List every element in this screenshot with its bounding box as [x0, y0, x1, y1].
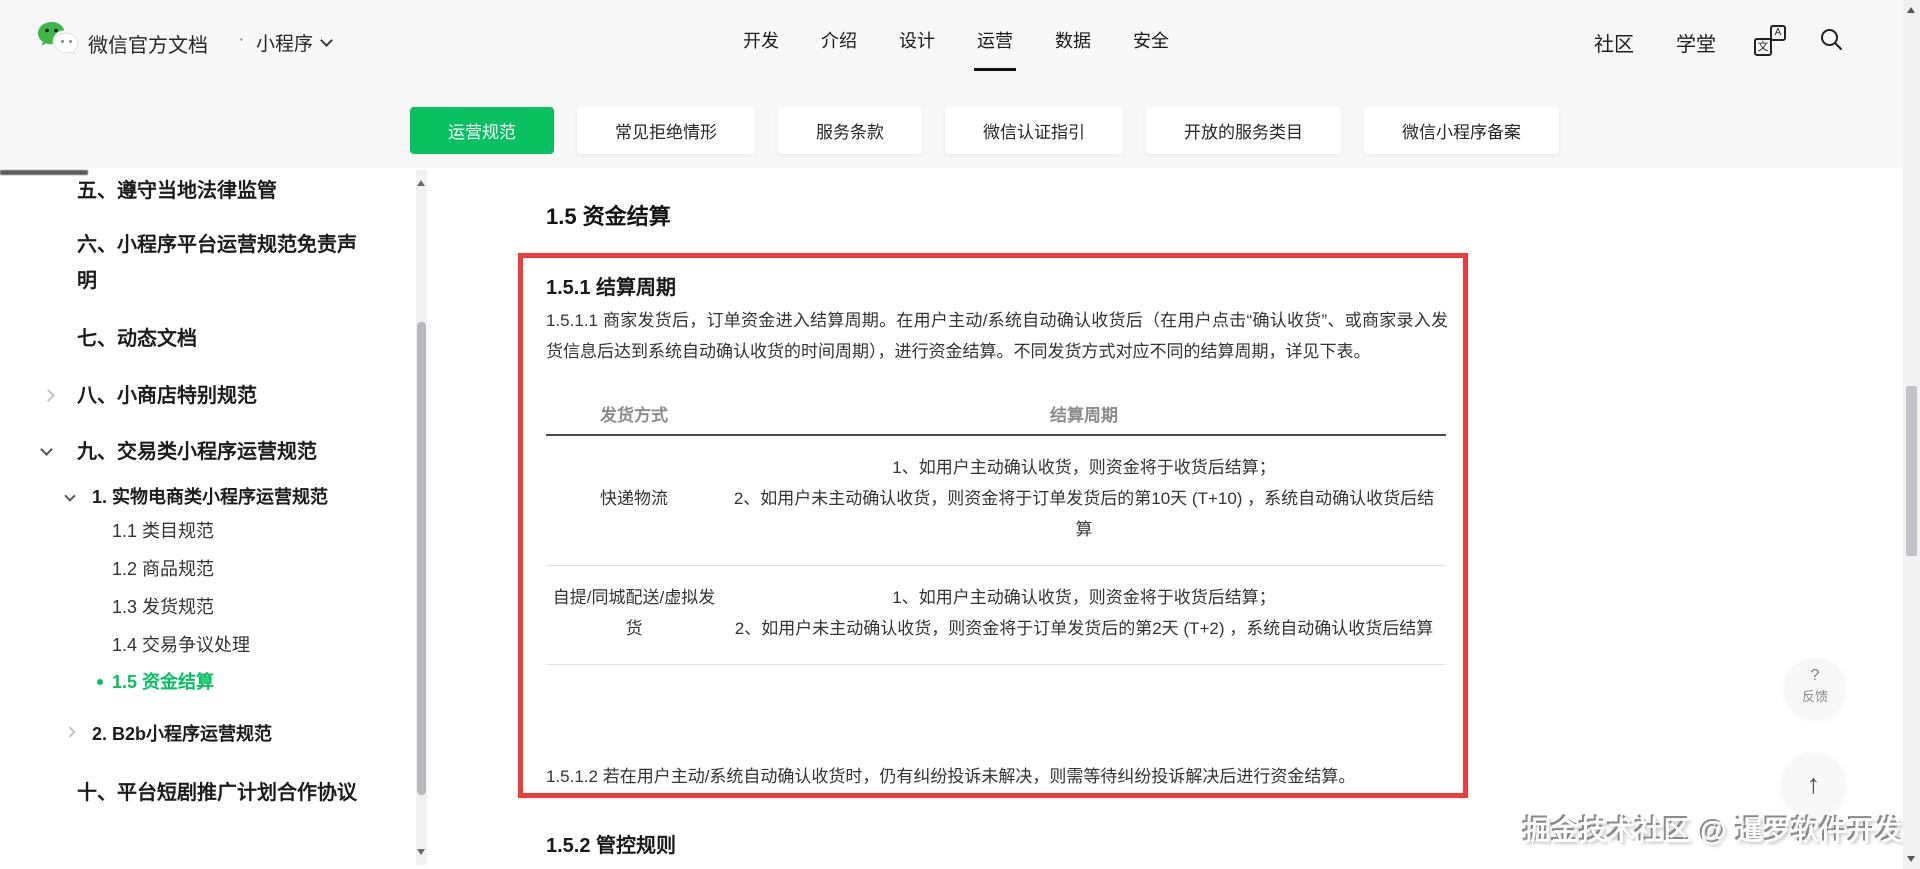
search-icon[interactable] — [1818, 26, 1846, 54]
doc-tabs: 运营规范 常见拒绝情形 服务条款 微信认证指引 开放的服务类目 微信小程序备案 — [410, 107, 1559, 154]
sidebar-item-7-dynamic-doc[interactable]: 七、动态文档 — [77, 321, 369, 357]
section-title: 1.5 资金结算 — [546, 204, 671, 229]
sidebar-item-1-physical-ecommerce[interactable]: 1. 实物电商类小程序运营规范 — [92, 484, 392, 510]
wechat-docs-page: 微信官方文档 · 小程序 开发 介绍 设计 运营 数据 安全 社区 学堂 A 文… — [0, 0, 1920, 869]
sidebar-item-1-5-settlement[interactable]: 1.5 资金结算 — [112, 669, 402, 695]
col-header-shipping-method: 发货方式 — [546, 393, 722, 436]
period-line-2: 2、如用户未主动确认收货，则资金将于订单发货后的第2天 (T+2) ，系统自动确… — [734, 619, 1434, 638]
tab-terms-of-service[interactable]: 服务条款 — [778, 107, 922, 154]
chevron-right-icon[interactable] — [42, 389, 55, 402]
tab-open-categories[interactable]: 开放的服务类目 — [1146, 107, 1341, 154]
nav-item-intro[interactable]: 介绍 — [821, 0, 857, 80]
subsection-title: 1.5.1 结算周期 — [546, 277, 677, 299]
toc-sidebar: 五、遵守当地法律监管 六、小程序平台运营规范免责声明 七、动态文档 八、小商店特… — [0, 168, 430, 869]
chevron-down-icon[interactable] — [40, 443, 53, 456]
sidebar-item-8-ministore[interactable]: 八、小商店特别规范 — [77, 378, 369, 414]
nav-item-security[interactable]: 安全 — [1133, 0, 1169, 80]
question-mark-icon: ? — [1810, 667, 1820, 684]
nav-link-classroom[interactable]: 学堂 — [1676, 28, 1716, 57]
sidebar-item-10-short-drama[interactable]: 十、平台短剧推广计划合作协议 — [77, 775, 369, 811]
period-line-2: 2、如用户未主动确认收货，则资金将于订单发货后的第10天 (T+10) ，系统自… — [733, 489, 1435, 539]
page-scrollbar[interactable] — [1903, 0, 1920, 869]
scroll-up-arrow-icon[interactable] — [1907, 7, 1915, 13]
sidebar-scrollbar-thumb[interactable] — [417, 322, 426, 795]
nav-item-operation[interactable]: 运营 — [974, 0, 1016, 80]
scroll-down-arrow-icon[interactable] — [417, 849, 425, 855]
sidebar-item-9-trade-spec[interactable]: 九、交易类小程序运营规范 — [77, 434, 369, 470]
product-switcher[interactable]: 小程序 — [256, 29, 313, 56]
top-header: 微信官方文档 · 小程序 开发 介绍 设计 运营 数据 安全 社区 学堂 A 文… — [0, 0, 1920, 168]
nav-item-develop[interactable]: 开发 — [743, 0, 779, 80]
cell-period-express: 1、如用户主动确认收货，则资金将于收货后结算； 2、如用户未主动确认收货，则资金… — [722, 435, 1446, 566]
cell-method-express: 快递物流 — [546, 435, 722, 566]
paragraph-1511: 1.5.1.1 商家发货后，订单资金进入结算周期。在用户主动/系统自动确认收货后… — [546, 311, 1448, 361]
col-header-settlement-period: 结算周期 — [722, 393, 1446, 436]
table-row: 快递物流 1、如用户主动确认收货，则资金将于收货后结算； 2、如用户未主动确认收… — [546, 435, 1446, 566]
wechat-logo[interactable] — [36, 18, 80, 62]
table-row: 自提/同城配送/虚拟发货 1、如用户主动确认收货，则资金将于收货后结算； 2、如… — [546, 565, 1446, 665]
paragraph-1512: 1.5.1.2 若在用户主动/系统自动确认收货时，仍有纠纷投诉未解决，则需等待纠… — [546, 767, 1356, 786]
main-nav: 开发 介绍 设计 运营 数据 安全 — [743, 0, 1169, 80]
feedback-button[interactable]: ? 反馈 — [1784, 658, 1846, 720]
chevron-down-icon[interactable] — [64, 490, 76, 502]
translate-back-glyph: A — [1770, 25, 1786, 41]
clipped-sidebar-item — [0, 170, 88, 175]
next-section-title: 1.5.2 管控规则 — [546, 835, 677, 857]
table-header-row: 发货方式 结算周期 — [546, 393, 1446, 436]
scroll-down-arrow-icon[interactable] — [1907, 856, 1915, 862]
sidebar-item-1-4-dispute[interactable]: 1.4 交易争议处理 — [112, 632, 402, 658]
chevron-right-icon[interactable] — [64, 726, 76, 738]
period-line-1: 1、如用户主动确认收货，则资金将于收货后结算； — [892, 588, 1276, 607]
sidebar-scrollbar[interactable] — [416, 170, 427, 865]
nav-link-community[interactable]: 社区 — [1594, 28, 1634, 57]
sidebar-item-1-1-category[interactable]: 1.1 类目规范 — [112, 518, 402, 544]
tab-verification-guide[interactable]: 微信认证指引 — [945, 107, 1123, 154]
tab-rejection-cases[interactable]: 常见拒绝情形 — [577, 107, 755, 154]
arrow-up-icon: ↑ — [1806, 769, 1821, 799]
sidebar-item-2-b2b[interactable]: 2. B2b小程序运营规范 — [92, 721, 392, 747]
scroll-up-arrow-icon[interactable] — [417, 180, 425, 186]
translate-icon[interactable]: A 文 — [1752, 25, 1786, 56]
wechat-bubbles-icon — [38, 22, 79, 55]
page-scrollbar-thumb[interactable] — [1906, 386, 1917, 556]
tab-miniprogram-filing[interactable]: 微信小程序备案 — [1364, 107, 1559, 154]
watermark: 掘金技术社区 @ 暹罗软件开发 — [1523, 816, 1904, 846]
chevron-down-icon[interactable] — [320, 34, 333, 47]
sidebar-item-1-2-goods[interactable]: 1.2 商品规范 — [112, 556, 402, 582]
site-title[interactable]: 微信官方文档 — [88, 29, 208, 58]
settlement-table: 发货方式 结算周期 快递物流 1、如用户主动确认收货，则资金将于收货后结算； 2… — [546, 393, 1446, 665]
nav-item-design[interactable]: 设计 — [899, 0, 935, 80]
nav-item-data[interactable]: 数据 — [1055, 0, 1091, 80]
translate-front-glyph: 文 — [1754, 38, 1772, 56]
cell-period-pickup: 1、如用户主动确认收货，则资金将于收货后结算； 2、如用户未主动确认收货，则资金… — [722, 565, 1446, 665]
feedback-label: 反馈 — [1801, 689, 1828, 704]
sidebar-item-5-local-law[interactable]: 五、遵守当地法律监管 — [77, 173, 369, 209]
cell-method-pickup: 自提/同城配送/虚拟发货 — [546, 565, 722, 665]
tab-operation-spec[interactable]: 运营规范 — [410, 107, 554, 154]
title-separator: · — [238, 28, 245, 50]
sidebar-item-6-disclaimer[interactable]: 六、小程序平台运营规范免责声明 — [77, 227, 369, 299]
period-line-1: 1、如用户主动确认收货，则资金将于收货后结算； — [892, 458, 1276, 477]
active-item-bullet — [97, 679, 103, 685]
sidebar-item-1-3-shipping[interactable]: 1.3 发货规范 — [112, 594, 402, 620]
